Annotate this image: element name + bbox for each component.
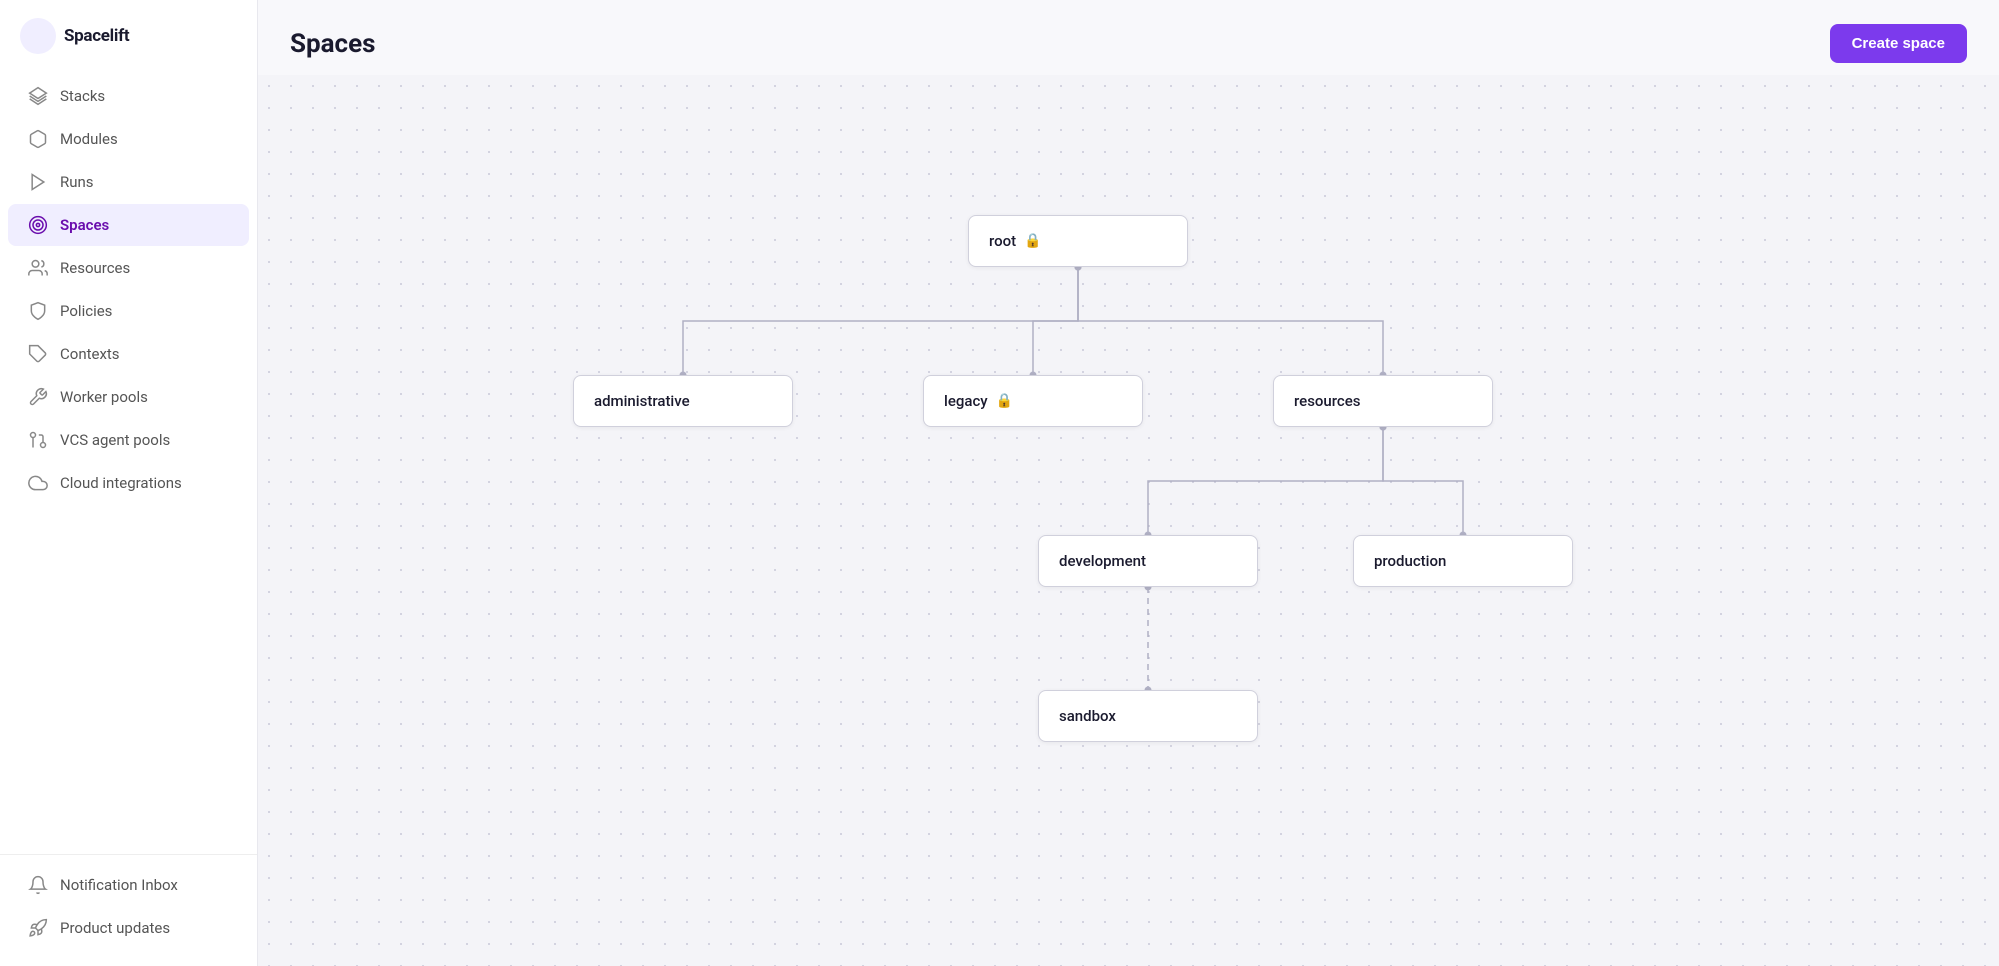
lock-icon: 🔒 — [1024, 233, 1041, 249]
sidebar-nav: Stacks Modules Runs Spaces Resources Pol… — [0, 68, 257, 854]
sidebar-item-vcs-agent-pools[interactable]: VCS agent pools — [8, 419, 249, 461]
play-icon — [28, 172, 48, 192]
space-node-root[interactable]: root 🔒 — [968, 215, 1188, 267]
spaces-canvas[interactable]: root 🔒 administrative legacy 🔒 resources devel… — [258, 75, 1999, 966]
sidebar: 🧙 Spacelift Stacks Modules Runs Spaces R… — [0, 0, 258, 966]
sidebar-item-label: VCS agent pools — [60, 431, 170, 449]
sidebar-item-label: Product updates — [60, 919, 170, 937]
sidebar-item-label: Contexts — [60, 345, 120, 363]
sidebar-item-label: Policies — [60, 302, 112, 320]
sidebar-item-label: Notification Inbox — [60, 876, 178, 894]
space-node-label: sandbox — [1059, 707, 1116, 725]
create-space-button[interactable]: Create space — [1830, 24, 1967, 63]
sidebar-item-spaces[interactable]: Spaces — [8, 204, 249, 246]
sidebar-item-worker-pools[interactable]: Worker pools — [8, 376, 249, 418]
logo[interactable]: 🧙 Spacelift — [0, 0, 257, 68]
space-node-production[interactable]: production — [1353, 535, 1573, 587]
shield-icon — [28, 301, 48, 321]
tree-svg — [258, 75, 1999, 966]
git-icon — [28, 430, 48, 450]
puzzle-icon — [28, 344, 48, 364]
users-icon — [28, 258, 48, 278]
sidebar-item-label: Cloud integrations — [60, 474, 182, 492]
sidebar-item-label: Resources — [60, 259, 130, 277]
sidebar-item-label: Stacks — [60, 87, 105, 105]
tool-icon — [28, 387, 48, 407]
target-icon — [28, 215, 48, 235]
sidebar-item-resources[interactable]: Resources — [8, 247, 249, 289]
sidebar-item-policies[interactable]: Policies — [8, 290, 249, 332]
space-node-development[interactable]: development — [1038, 535, 1258, 587]
sidebar-item-label: Modules — [60, 130, 118, 148]
logo-text: Spacelift — [64, 26, 129, 46]
page-title: Spaces — [290, 29, 376, 59]
space-node-label: root — [989, 232, 1016, 250]
space-node-label: resources — [1294, 392, 1361, 410]
bell-icon — [28, 875, 48, 895]
sidebar-item-label: Spaces — [60, 216, 109, 234]
cube-icon — [28, 129, 48, 149]
space-node-administrative[interactable]: administrative — [573, 375, 793, 427]
sidebar-item-label: Worker pools — [60, 388, 148, 406]
space-node-label: administrative — [594, 392, 690, 410]
page-header: Spaces Create space — [258, 0, 1999, 75]
sidebar-item-modules[interactable]: Modules — [8, 118, 249, 160]
space-node-label: development — [1059, 552, 1146, 570]
sidebar-item-notification-inbox[interactable]: Notification Inbox — [8, 864, 249, 906]
space-node-label: production — [1374, 552, 1446, 570]
sidebar-item-runs[interactable]: Runs — [8, 161, 249, 203]
sidebar-item-product-updates[interactable]: Product updates — [8, 907, 249, 949]
lock-icon: 🔒 — [996, 393, 1013, 409]
cloud-icon — [28, 473, 48, 493]
sidebar-item-label: Runs — [60, 173, 94, 191]
rocket-icon — [28, 918, 48, 938]
space-node-label: legacy — [944, 392, 988, 410]
sidebar-bottom: Notification Inbox Product updates — [0, 854, 257, 966]
space-node-resources[interactable]: resources — [1273, 375, 1493, 427]
space-node-legacy[interactable]: legacy 🔒 — [923, 375, 1143, 427]
layers-icon — [28, 86, 48, 106]
sidebar-item-contexts[interactable]: Contexts — [8, 333, 249, 375]
sidebar-item-stacks[interactable]: Stacks — [8, 75, 249, 117]
sidebar-item-cloud-integrations[interactable]: Cloud integrations — [8, 462, 249, 504]
main-content: Spaces Create space root 🔒 administrative l… — [258, 0, 1999, 966]
space-node-sandbox[interactable]: sandbox — [1038, 690, 1258, 742]
